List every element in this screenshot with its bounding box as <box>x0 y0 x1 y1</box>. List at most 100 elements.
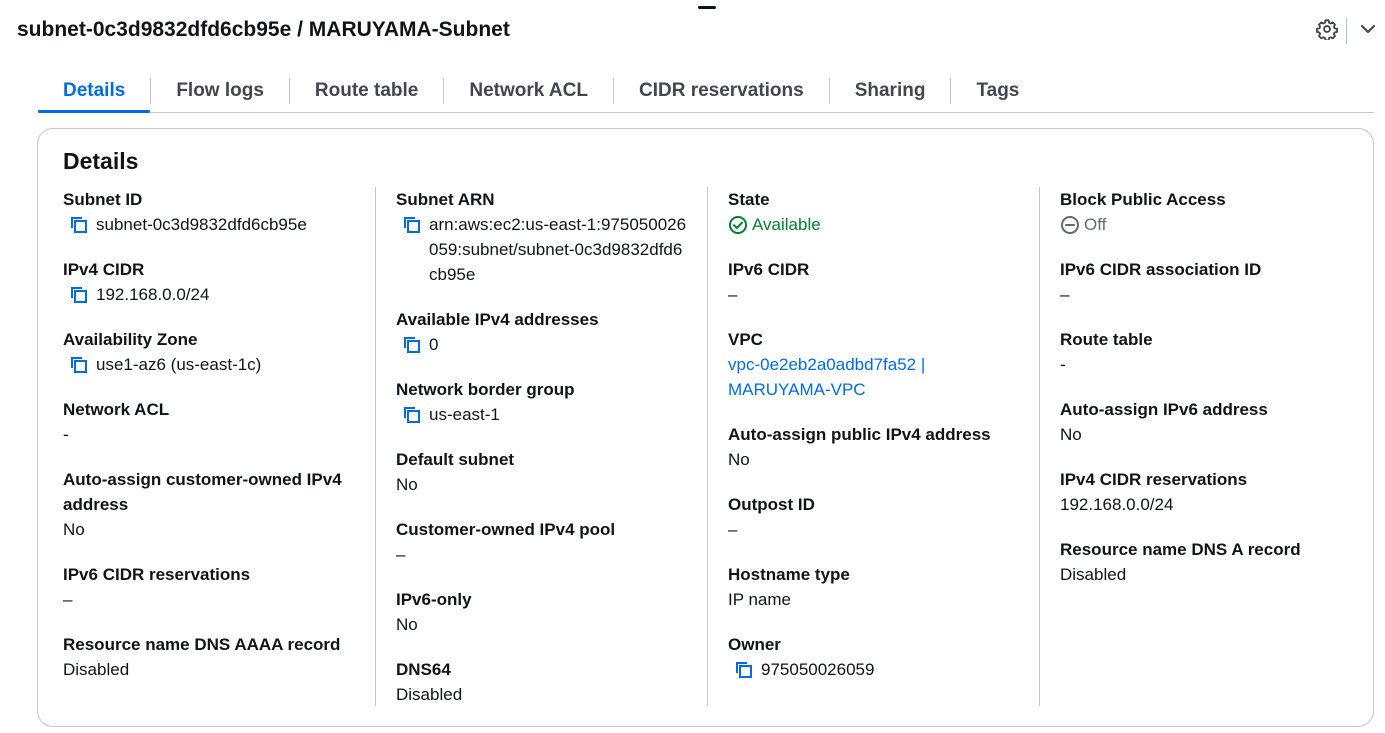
auto-assign-customer-ipv4-value: No <box>63 520 85 539</box>
subnet-id-value: subnet-0c3d9832dfd6cb95e <box>96 215 307 234</box>
tab-tags[interactable]: Tags <box>951 70 1044 112</box>
copy-icon[interactable] <box>732 657 756 682</box>
field-label: IPv6 CIDR association ID <box>1060 260 1262 279</box>
field-label: Availability Zone <box>63 330 198 349</box>
field-label: IPv4 CIDR <box>63 260 145 279</box>
ipv4-cidr-reservations-value: 192.168.0.0/24 <box>1060 495 1174 514</box>
field-dns-a: Resource name DNS A record Disabled <box>1060 537 1359 587</box>
tab-route-table[interactable]: Route table <box>290 70 443 112</box>
field-customer-ipv4-pool: Customer-owned IPv4 pool – <box>396 517 695 567</box>
details-column-2: Subnet ARN arn:aws:ec2:us-east-1:9750500… <box>375 187 707 706</box>
page-title: subnet-0c3d9832dfd6cb95e / MARUYAMA-Subn… <box>17 18 510 41</box>
details-column-3: State Available IPv6 CIDR – VPC vpc-0e2e… <box>707 187 1039 706</box>
field-label: Owner <box>728 635 781 654</box>
dns-aaaa-value: Disabled <box>63 660 130 679</box>
field-label: Resource name DNS AAAA record <box>63 635 341 654</box>
copy-icon[interactable] <box>67 282 91 307</box>
details-container: Details Subnet ID subnet-0c3d9832dfd6cb9… <box>37 128 1374 727</box>
field-block-public-access: Block Public Access Off <box>1060 187 1359 237</box>
copy-icon[interactable] <box>67 352 91 377</box>
field-ipv4-cidr: IPv4 CIDR 192.168.0.0/24 <box>63 257 363 307</box>
field-label: IPv6 CIDR reservations <box>63 565 251 584</box>
header-actions <box>1310 14 1385 48</box>
tab-flow-logs[interactable]: Flow logs <box>151 70 289 112</box>
field-available-ipv4: Available IPv4 addresses 0 <box>396 307 695 357</box>
field-label: IPv4 CIDR reservations <box>1060 470 1248 489</box>
settings-button[interactable] <box>1310 14 1344 48</box>
drag-handle[interactable] <box>698 6 716 9</box>
outpost-id-value: – <box>728 520 738 539</box>
dns64-value: Disabled <box>396 685 463 704</box>
field-default-subnet: Default subnet No <box>396 447 695 497</box>
field-network-border-group: Network border group us-east-1 <box>396 377 695 427</box>
field-label: Auto-assign customer-owned IPv4 address <box>63 470 342 514</box>
subnet-details-page: subnet-0c3d9832dfd6cb95e / MARUYAMA-Subn… <box>0 0 1385 733</box>
field-route-table: Route table - <box>1060 327 1359 377</box>
field-ipv6-only: IPv6-only No <box>396 587 695 637</box>
network-border-group-value: us-east-1 <box>429 405 500 424</box>
field-label: Hostname type <box>728 565 850 584</box>
copy-icon[interactable] <box>67 212 91 237</box>
details-column-1: Subnet ID subnet-0c3d9832dfd6cb95e IPv4 … <box>63 187 375 706</box>
field-label: Block Public Access <box>1060 190 1226 209</box>
availability-zone-value: use1-az6 (us-east-1c) <box>96 355 262 374</box>
field-ipv6-cidr-reservations: IPv6 CIDR reservations – <box>63 562 363 612</box>
state-text: Available <box>752 215 821 234</box>
vpc-name-text: MARUYAMA-VPC <box>728 380 866 399</box>
field-auto-assign-public-ipv4: Auto-assign public IPv4 address No <box>728 422 1027 472</box>
field-availability-zone: Availability Zone use1-az6 (us-east-1c) <box>63 327 363 377</box>
details-heading: Details <box>63 148 139 174</box>
tab-details[interactable]: Details <box>38 70 151 113</box>
field-label: State <box>728 190 770 209</box>
field-label: Default subnet <box>396 450 515 469</box>
ipv6-cidr-value: – <box>728 285 738 304</box>
field-label: Outpost ID <box>728 495 815 514</box>
block-public-access-value: Off <box>1060 212 1359 237</box>
default-subnet-value: No <box>396 475 418 494</box>
field-ipv6-cidr: IPv6 CIDR – <box>728 257 1027 307</box>
field-owner: Owner 975050026059 <box>728 632 1027 682</box>
field-label: VPC <box>728 330 763 349</box>
field-dns64: DNS64 Disabled <box>396 657 695 707</box>
vpc-link[interactable]: vpc-0e2eb2a0adbd7fa52 | MARUYAMA-VPC <box>728 352 1027 402</box>
field-ipv6-cidr-association-id: IPv6 CIDR association ID – <box>1060 257 1359 307</box>
block-public-access-text: Off <box>1084 215 1107 234</box>
route-table-value: - <box>1060 355 1066 374</box>
field-label: Auto-assign IPv6 address <box>1060 400 1268 419</box>
ipv6-cidr-association-id-value: – <box>1060 285 1070 304</box>
collapse-button[interactable] <box>1351 14 1385 48</box>
field-hostname-type: Hostname type IP name <box>728 562 1027 612</box>
details-columns: Subnet ID subnet-0c3d9832dfd6cb95e IPv4 … <box>63 187 1373 706</box>
chevron-down-icon <box>1359 20 1377 43</box>
field-label: Resource name DNS A record <box>1060 540 1301 559</box>
tab-network-acl[interactable]: Network ACL <box>444 70 613 112</box>
field-vpc: VPC vpc-0e2eb2a0adbd7fa52 | MARUYAMA-VPC <box>728 327 1027 402</box>
copy-icon[interactable] <box>400 332 424 357</box>
field-label: Subnet ARN <box>396 190 495 209</box>
available-ipv4-value: 0 <box>429 335 439 354</box>
minus-circle-icon <box>1060 212 1080 237</box>
hostname-type-value: IP name <box>728 590 792 609</box>
copy-icon[interactable] <box>400 402 424 427</box>
field-label: DNS64 <box>396 660 451 679</box>
field-auto-assign-customer-ipv4: Auto-assign customer-owned IPv4 address … <box>63 467 363 542</box>
field-label: Network ACL <box>63 400 170 419</box>
ipv6-only-value: No <box>396 615 418 634</box>
field-network-acl: Network ACL - <box>63 397 363 447</box>
tab-sharing[interactable]: Sharing <box>830 70 951 112</box>
dns-a-value: Disabled <box>1060 565 1127 584</box>
tab-list: Details Flow logs Route table Network AC… <box>38 70 1374 113</box>
copy-icon[interactable] <box>400 212 424 237</box>
field-label: Auto-assign public IPv4 address <box>728 425 991 444</box>
field-label: Customer-owned IPv4 pool <box>396 520 616 539</box>
actions-divider <box>1346 18 1347 44</box>
field-label: Available IPv4 addresses <box>396 310 599 329</box>
field-state: State Available <box>728 187 1027 237</box>
gear-icon <box>1316 18 1338 45</box>
details-column-4: Block Public Access Off IPv6 CIDR associ… <box>1039 187 1371 706</box>
field-label: IPv6-only <box>396 590 472 609</box>
check-circle-icon <box>728 212 748 237</box>
field-label: IPv6 CIDR <box>728 260 810 279</box>
ipv6-cidr-reservations-value: – <box>63 590 73 609</box>
tab-cidr-reservations[interactable]: CIDR reservations <box>614 70 829 112</box>
